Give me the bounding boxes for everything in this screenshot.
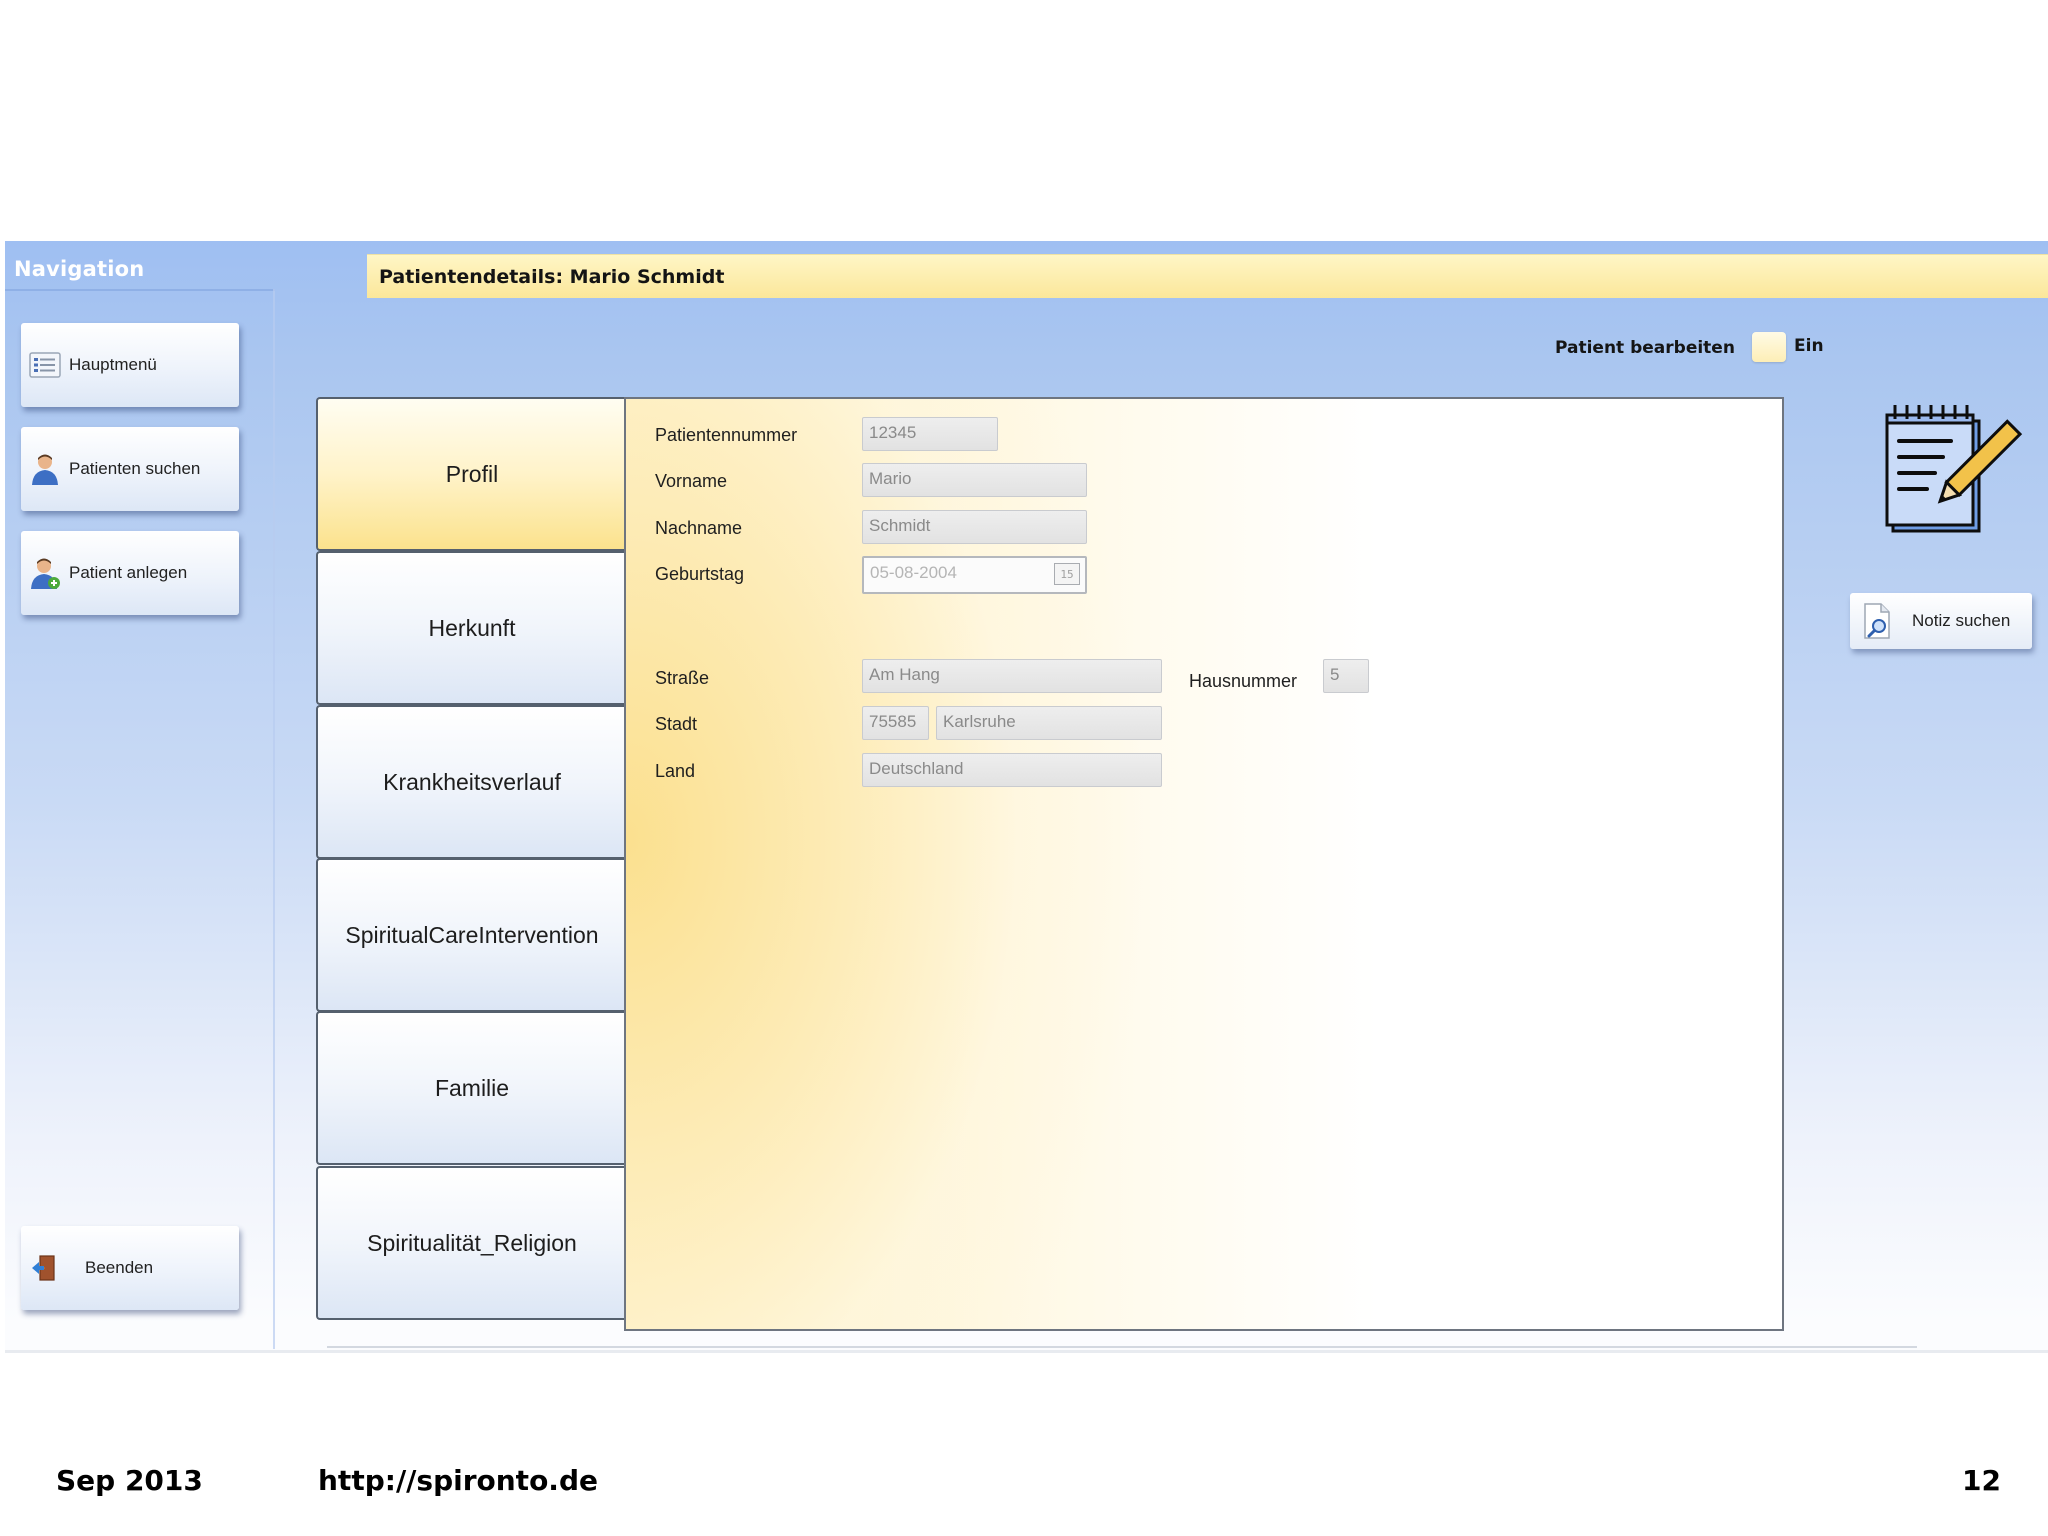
- navigation-divider: [5, 289, 275, 291]
- app-window: Navigation Hauptmenü Patienten suchen Pa…: [5, 241, 2048, 1353]
- zip-field[interactable]: 75585: [862, 706, 929, 740]
- last-name-field[interactable]: Schmidt: [862, 510, 1087, 544]
- search-patients-label: Patienten suchen: [69, 459, 201, 478]
- profile-form-panel: Patientennummer 12345 Vorname Mario Nach…: [624, 397, 1784, 1331]
- notepad-pencil-icon: [1879, 401, 2039, 545]
- divider-line: [327, 1346, 1917, 1348]
- document-search-icon: [1860, 601, 1894, 641]
- patient-number-label: Patientennummer: [655, 425, 798, 445]
- user-search-icon: [27, 451, 63, 487]
- house-number-label: Hausnummer: [1189, 671, 1298, 691]
- city-field[interactable]: Karlsruhe: [936, 706, 1162, 740]
- last-name-label: Nachname: [655, 518, 743, 538]
- country-label: Land: [655, 761, 696, 781]
- slide-url[interactable]: http://spironto.de: [318, 1464, 598, 1497]
- navigation-title: Navigation: [14, 257, 145, 281]
- tab-label: Krankheitsverlauf: [383, 768, 561, 795]
- city-label: Stadt: [655, 714, 698, 734]
- exit-door-icon: [27, 1250, 63, 1286]
- search-patients-button[interactable]: Patienten suchen: [21, 427, 239, 511]
- tab-krankheitsverlauf[interactable]: Krankheitsverlauf: [316, 705, 626, 859]
- header-bar: Patientendetails: Mario Schmidt: [367, 254, 2048, 298]
- patient-number-field[interactable]: 12345: [862, 417, 998, 451]
- tab-profil[interactable]: Profil: [316, 397, 626, 551]
- search-note-label: Notiz suchen: [1912, 611, 2011, 630]
- search-note-button[interactable]: Notiz suchen: [1850, 593, 2032, 649]
- tab-label: SpiritualCareIntervention: [345, 921, 599, 948]
- list-icon: [27, 347, 63, 383]
- create-patient-button[interactable]: Patient anlegen: [21, 531, 239, 615]
- tab-label: Spiritualität_Religion: [367, 1229, 577, 1256]
- exit-label: Beenden: [85, 1258, 154, 1277]
- page-title: Patientendetails: Mario Schmidt: [379, 266, 725, 288]
- first-name-label: Vorname: [655, 471, 728, 491]
- exit-button[interactable]: Beenden: [21, 1226, 239, 1310]
- first-name-field[interactable]: Mario: [862, 463, 1087, 497]
- navigation-border: [273, 289, 275, 1349]
- country-field[interactable]: Deutschland: [862, 753, 1162, 787]
- edit-patient-toggle[interactable]: [1752, 332, 1786, 362]
- user-add-icon: [27, 555, 63, 591]
- edit-patient-state: Ein: [1794, 336, 1824, 356]
- tab-herkunft[interactable]: Herkunft: [316, 551, 626, 705]
- edit-patient-label: Patient bearbeiten: [1555, 338, 1735, 358]
- birthday-value: 05-08-2004: [870, 563, 957, 582]
- window-bottom-border: [5, 1350, 2048, 1353]
- birthday-field[interactable]: 05-08-2004 15: [862, 556, 1087, 594]
- tab-familie[interactable]: Familie: [316, 1011, 626, 1165]
- tab-spiritual-care-intervention[interactable]: SpiritualCareIntervention: [316, 858, 626, 1012]
- tab-label: Profil: [445, 460, 499, 487]
- main-menu-label: Hauptmenü: [69, 355, 157, 374]
- tab-label: Familie: [434, 1074, 510, 1101]
- street-field[interactable]: Am Hang: [862, 659, 1162, 693]
- birthday-label: Geburtstag: [655, 564, 745, 584]
- create-patient-label: Patient anlegen: [69, 563, 188, 582]
- slide-date: Sep 2013: [56, 1464, 203, 1497]
- house-number-field[interactable]: 5: [1323, 659, 1369, 693]
- tab-spiritualitaet-religion[interactable]: Spiritualität_Religion: [316, 1166, 626, 1320]
- street-label: Straße: [655, 668, 710, 688]
- calendar-icon[interactable]: 15: [1054, 563, 1080, 585]
- tab-label: Herkunft: [428, 614, 516, 641]
- main-menu-button[interactable]: Hauptmenü: [21, 323, 239, 407]
- slide-page-number: 12: [1962, 1464, 2001, 1497]
